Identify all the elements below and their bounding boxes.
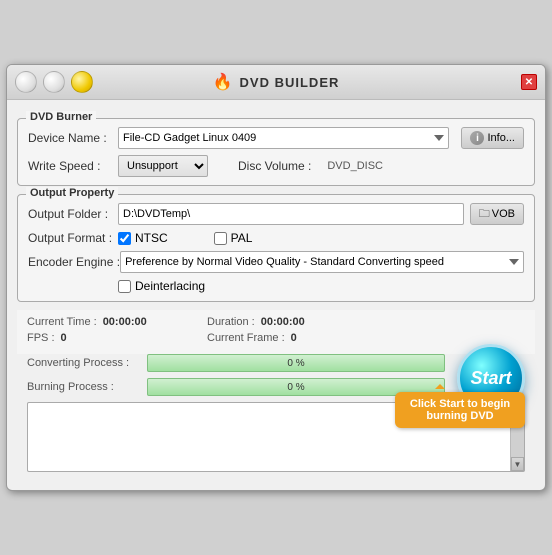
main-window: 🔥 DVD BUILDER ✕ DVD Burner Device Name :… bbox=[6, 64, 546, 491]
title-bar-right: ✕ bbox=[521, 74, 537, 90]
output-format-row: Output Format : NTSC PAL bbox=[28, 231, 524, 245]
burning-process-label: Burning Process : bbox=[27, 381, 147, 393]
deinterlacing-row: Deinterlacing bbox=[118, 279, 524, 293]
converting-percent: 0 % bbox=[287, 358, 304, 369]
pal-checkbox[interactable] bbox=[214, 232, 227, 245]
device-name-wrap: File-CD Gadget Linux 0409 i Info... bbox=[118, 127, 524, 149]
converting-process-row: Converting Process : 0 % bbox=[27, 354, 525, 372]
info-icon: i bbox=[470, 131, 484, 145]
flame-icon: 🔥 bbox=[213, 72, 234, 92]
write-speed-row: Write Speed : Unsupport Disc Volume : DV… bbox=[28, 155, 524, 177]
converting-process-label: Converting Process : bbox=[27, 357, 147, 369]
deinterlacing-label: Deinterlacing bbox=[135, 279, 205, 293]
fps-item: FPS : 0 bbox=[27, 332, 187, 344]
pal-wrap: PAL bbox=[214, 231, 253, 245]
output-property-section: Output Property Output Folder : 🗀 VOB Ou… bbox=[17, 194, 535, 302]
device-name-label: Device Name : bbox=[28, 131, 118, 145]
output-folder-wrap: 🗀 VOB bbox=[118, 203, 524, 225]
start-button-container: Start Click Start to begin burning DVD C… bbox=[27, 354, 525, 396]
current-time-label: Current Time : bbox=[27, 316, 97, 328]
device-name-select[interactable]: File-CD Gadget Linux 0409 bbox=[118, 127, 449, 149]
deinterlacing-wrap: Deinterlacing bbox=[118, 279, 205, 293]
duration-item: Duration : 00:00:00 bbox=[207, 316, 367, 328]
start-tooltip: Click Start to begin burning DVD bbox=[395, 392, 525, 428]
title-bar: 🔥 DVD BUILDER ✕ bbox=[7, 65, 545, 100]
write-speed-label: Write Speed : bbox=[28, 159, 118, 173]
stats-row-2: FPS : 0 Current Frame : 0 bbox=[27, 332, 525, 344]
encoder-row: Preference by Normal Video Quality - Sta… bbox=[120, 251, 524, 273]
stats-row-1: Current Time : 00:00:00 Duration : 00:00… bbox=[27, 316, 525, 328]
close-button[interactable]: ✕ bbox=[521, 74, 537, 90]
window-title: DVD BUILDER bbox=[240, 75, 340, 90]
output-folder-label: Output Folder : bbox=[28, 207, 118, 221]
current-frame-item: Current Frame : 0 bbox=[207, 332, 367, 344]
encoder-engine-label: Encoder Engine : bbox=[28, 255, 120, 269]
title-bar-center: 🔥 DVD BUILDER bbox=[213, 72, 340, 92]
encoder-engine-select[interactable]: Preference by Normal Video Quality - Sta… bbox=[120, 251, 524, 273]
fps-value: 0 bbox=[61, 332, 67, 344]
traffic-lights bbox=[15, 71, 93, 93]
output-folder-input[interactable] bbox=[118, 203, 464, 225]
duration-value: 00:00:00 bbox=[261, 316, 305, 328]
format-options: NTSC PAL bbox=[118, 231, 252, 245]
current-time-item: Current Time : 00:00:00 bbox=[27, 316, 187, 328]
current-frame-label: Current Frame : bbox=[207, 332, 285, 344]
maximize-button[interactable] bbox=[43, 71, 65, 93]
start-btn-outer: Start Click Start to begin burning DVD bbox=[457, 344, 525, 412]
device-name-row: Device Name : File-CD Gadget Linux 0409 … bbox=[28, 127, 524, 149]
write-speed-select[interactable]: Unsupport bbox=[118, 155, 208, 177]
info-button[interactable]: i Info... bbox=[461, 127, 524, 149]
burning-percent: 0 % bbox=[287, 382, 304, 393]
duration-label: Duration : bbox=[207, 316, 255, 328]
current-frame-value: 0 bbox=[291, 332, 297, 344]
output-format-label: Output Format : bbox=[28, 231, 118, 245]
dvd-burner-title: DVD Burner bbox=[26, 111, 96, 123]
folder-icon: 🗀 bbox=[479, 205, 490, 224]
fps-label: FPS : bbox=[27, 332, 55, 344]
ntsc-wrap: NTSC bbox=[118, 231, 168, 245]
pal-label: PAL bbox=[231, 231, 253, 245]
encoder-engine-row: Encoder Engine : Preference by Normal Vi… bbox=[28, 251, 524, 273]
dvd-burner-section: DVD Burner Device Name : File-CD Gadget … bbox=[17, 118, 535, 186]
content-area: DVD Burner Device Name : File-CD Gadget … bbox=[7, 100, 545, 490]
vob-button[interactable]: 🗀 VOB bbox=[470, 203, 524, 225]
deinterlacing-checkbox[interactable] bbox=[118, 280, 131, 293]
current-time-value: 00:00:00 bbox=[103, 316, 147, 328]
disc-volume-value: DVD_DISC bbox=[327, 160, 383, 172]
ntsc-label: NTSC bbox=[135, 231, 168, 245]
ntsc-checkbox[interactable] bbox=[118, 232, 131, 245]
write-speed-wrap: Unsupport Disc Volume : DVD_DISC bbox=[118, 155, 383, 177]
converting-progress-bar: 0 % bbox=[147, 354, 445, 372]
progress-section: Start Click Start to begin burning DVD C… bbox=[17, 354, 535, 396]
scroll-down-button[interactable]: ▼ bbox=[511, 457, 524, 471]
restore-button[interactable] bbox=[71, 71, 93, 93]
minimize-button[interactable] bbox=[15, 71, 37, 93]
output-property-title: Output Property bbox=[26, 187, 118, 199]
disc-volume-label: Disc Volume : bbox=[238, 159, 311, 173]
output-folder-row: Output Folder : 🗀 VOB bbox=[28, 203, 524, 225]
